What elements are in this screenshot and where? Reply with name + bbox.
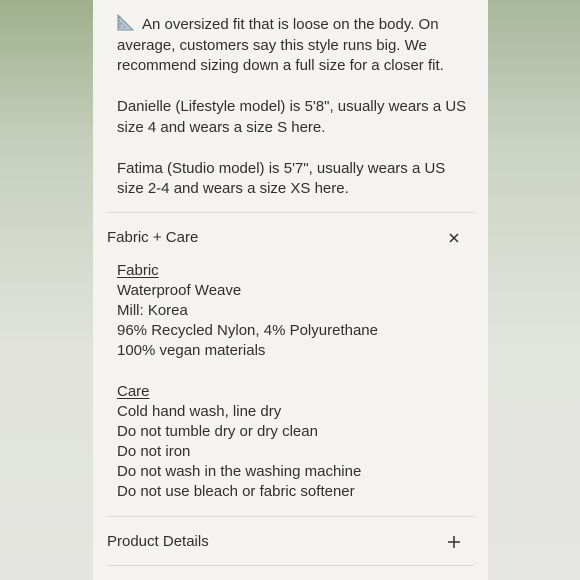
fit-description: An oversized fit that is loose on the bo… [117, 16, 444, 74]
fit-section: An oversized fit that is loose on the bo… [117, 13, 467, 220]
accordion-product-details-title: Product Details [107, 533, 209, 550]
divider [107, 516, 474, 517]
divider [107, 212, 474, 213]
care-line: Do not wash in the washing machine [117, 462, 362, 480]
product-info-panel: An oversized fit that is loose on the bo… [93, 0, 488, 580]
care-line: Do not tumble dry or dry clean [117, 422, 318, 440]
plus-icon[interactable] [446, 534, 462, 550]
accordion-fabric-care-header[interactable]: Fabric + Care [107, 226, 474, 250]
accordion-product-details-header[interactable]: Product Details [107, 530, 474, 554]
fabric-care-content: Fabric Waterproof Weave Mill: Korea 96% … [117, 261, 457, 502]
fit-description-paragraph: An oversized fit that is loose on the bo… [117, 13, 467, 77]
fabric-heading: Fabric [117, 262, 159, 279]
care-heading: Care [117, 382, 150, 400]
fabric-line: Waterproof Weave [117, 282, 242, 300]
divider [107, 565, 474, 566]
fabric-line: Mill: Korea [117, 302, 188, 320]
background-left [0, 0, 93, 580]
close-icon[interactable] [446, 230, 462, 246]
care-line: Do not iron [117, 442, 191, 460]
fabric-line: 96% Recycled Nylon, 4% Polyurethane [117, 322, 378, 340]
background-right [487, 0, 580, 580]
care-line: Cold hand wash, line dry [117, 402, 282, 420]
accordion-fabric-care-title: Fabric + Care [107, 229, 199, 246]
model-info-2: Fatima (Studio model) is 5'7", usually w… [117, 159, 446, 198]
model-info-1: Danielle (Lifestyle model) is 5'8", usua… [117, 98, 467, 136]
triangular-ruler-icon [117, 13, 135, 31]
fabric-line: 100% vegan materials [117, 342, 266, 360]
care-line: Do not use bleach or fabric softener [117, 483, 355, 501]
